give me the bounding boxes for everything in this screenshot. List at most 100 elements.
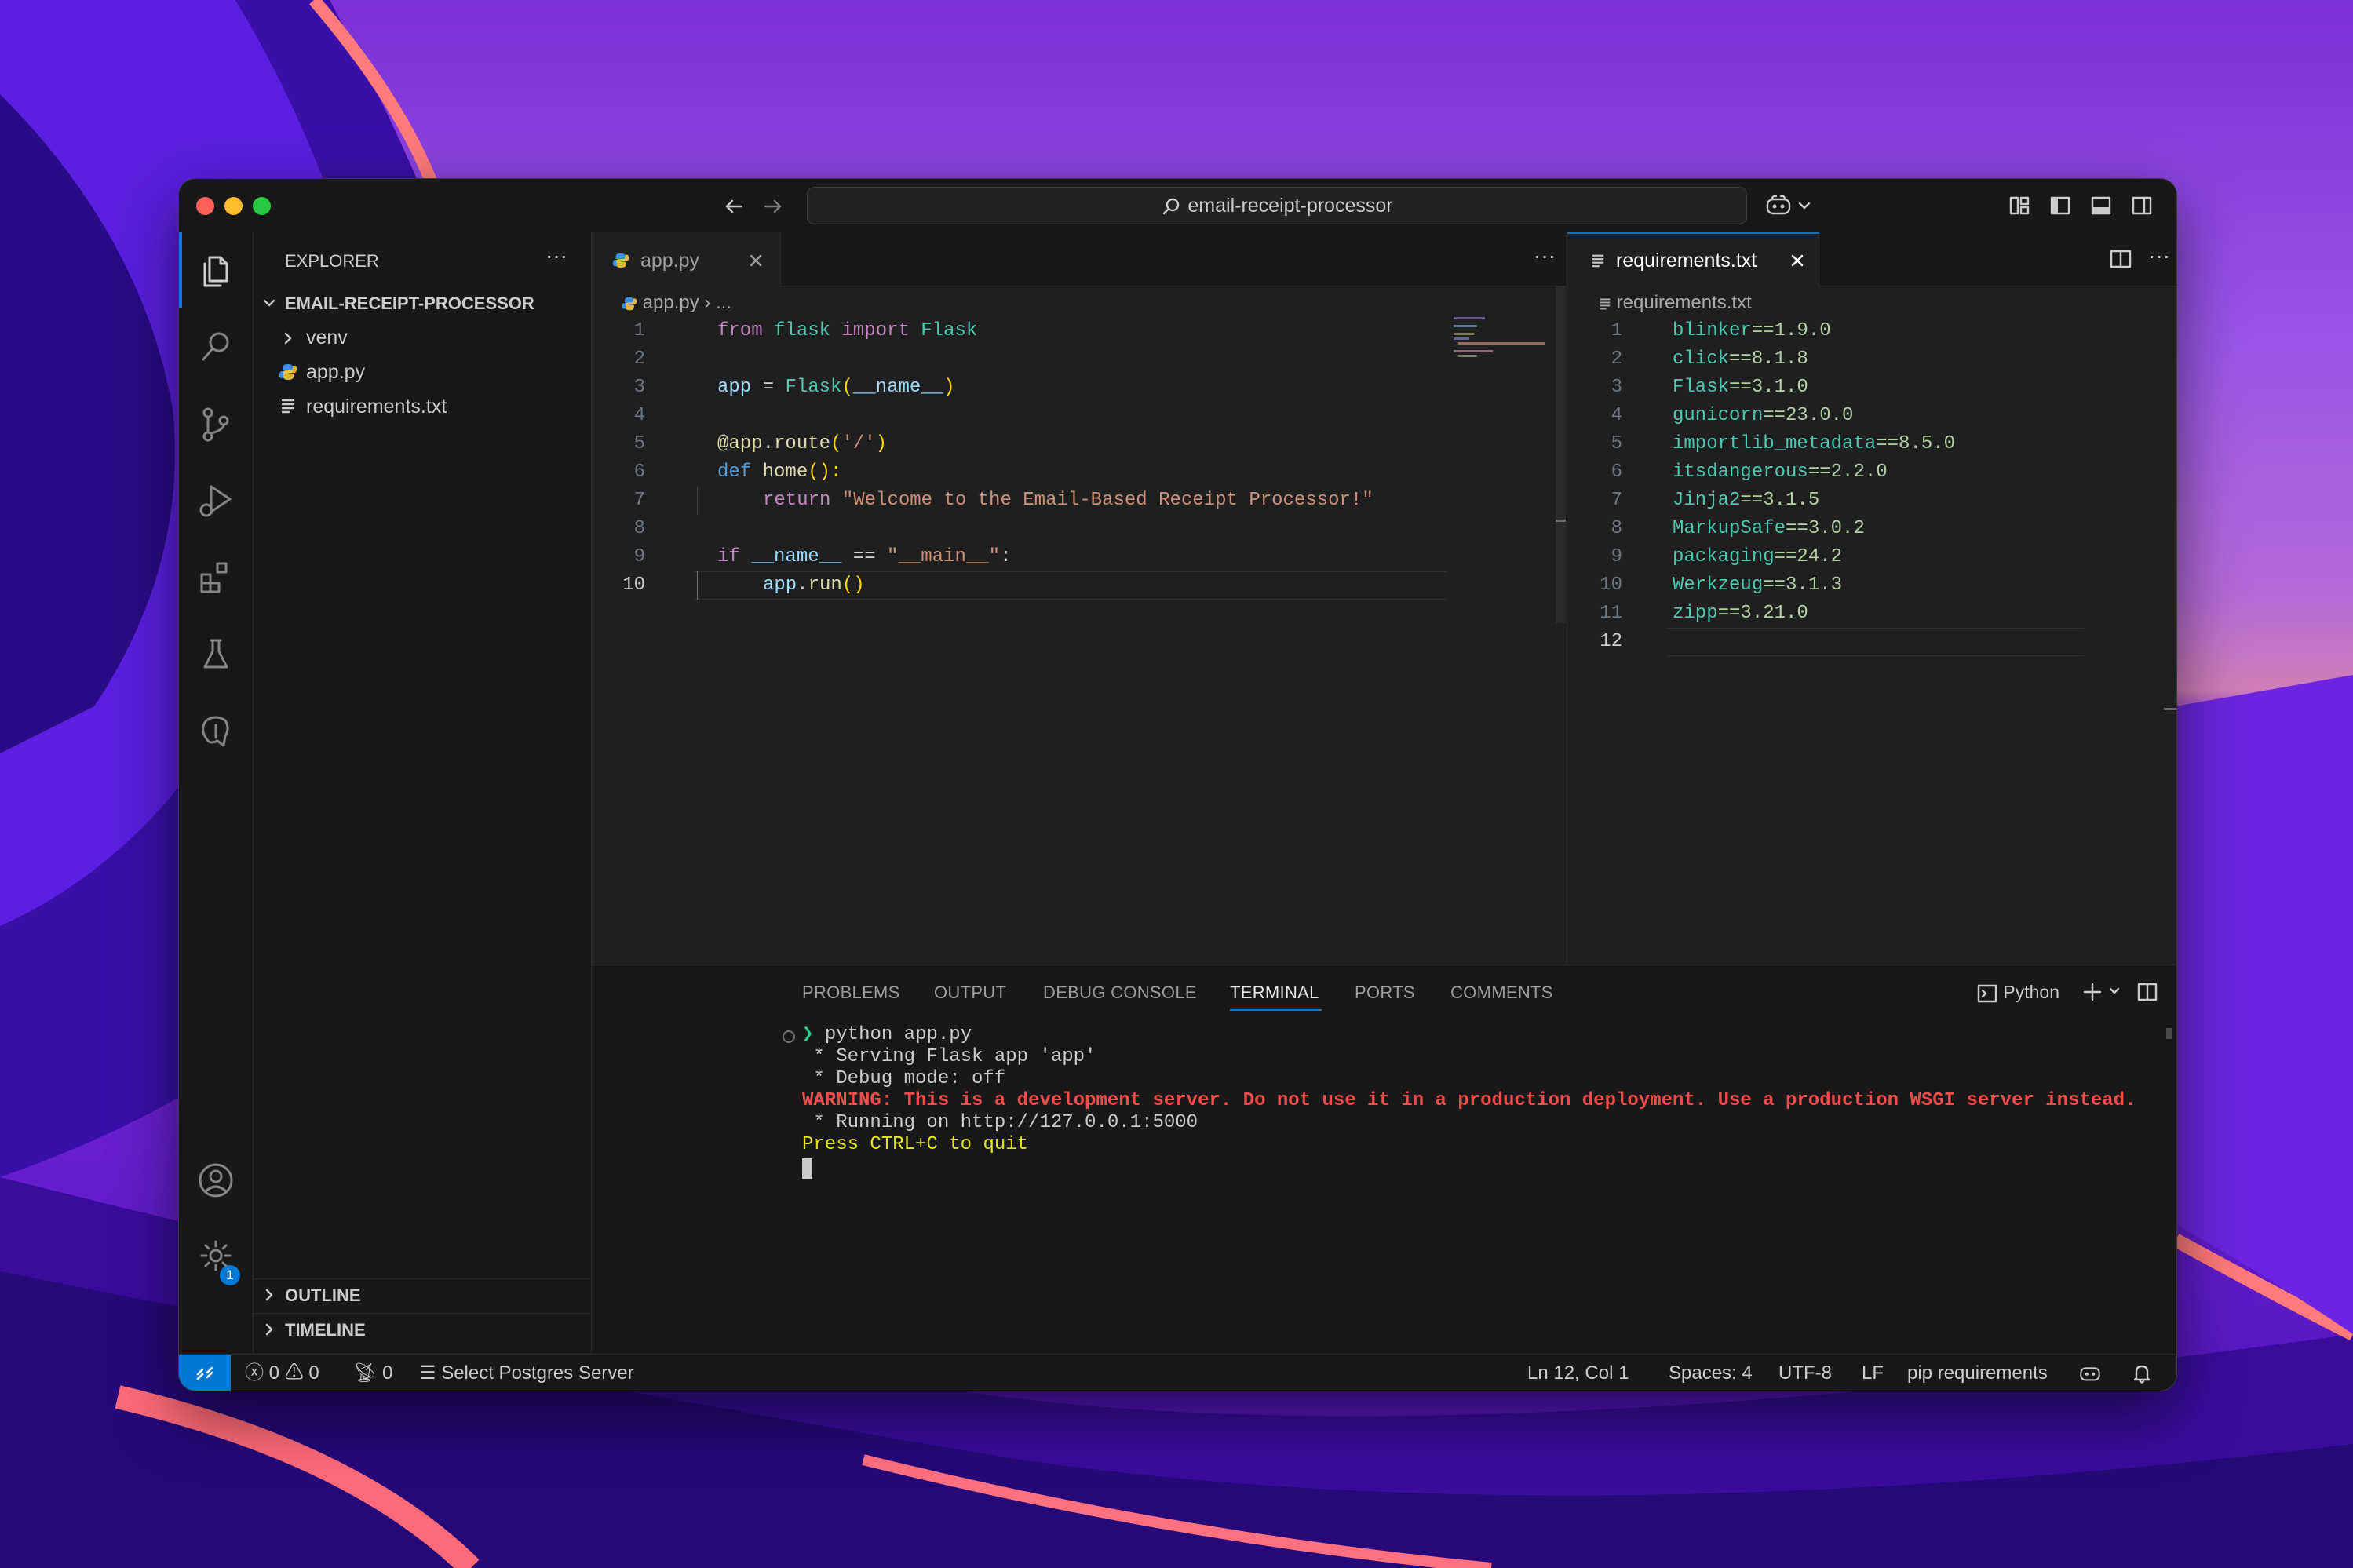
breadcrumb-more[interactable]: ... <box>716 292 731 313</box>
tree-item-app-py[interactable]: app.py <box>306 361 365 384</box>
timeline-section[interactable]: TIMELINE <box>285 1320 366 1340</box>
line-number: 2 <box>633 348 645 370</box>
close-icon[interactable] <box>749 253 763 268</box>
cursor-position[interactable]: Ln 12, Col 1 <box>1527 1355 1629 1391</box>
chevron-down-icon[interactable] <box>2108 986 2121 997</box>
python-icon <box>622 297 637 310</box>
activity-bar: 1 <box>179 232 254 1353</box>
minimize-window-button[interactable] <box>224 197 243 215</box>
breadcrumb-file[interactable]: app.py <box>643 292 699 313</box>
close-window-button[interactable] <box>196 197 214 215</box>
chevron-down-icon[interactable] <box>1797 199 1811 212</box>
indentation[interactable]: Spaces: 4 <box>1669 1355 1753 1391</box>
code-line-1: from flask import Flask <box>717 320 978 341</box>
code-line-10: app.run() <box>763 574 865 596</box>
line-number: 6 <box>1611 461 1622 483</box>
requirement-line: Jinja2==3.1.5 <box>1673 490 1820 511</box>
settings-badge: 1 <box>220 1265 240 1285</box>
minimap[interactable] <box>1454 317 1548 364</box>
split-editor-icon[interactable] <box>2109 248 2132 270</box>
toggle-panel-icon[interactable] <box>2089 194 2113 217</box>
tab-terminal[interactable]: TERMINAL <box>1230 983 1319 1003</box>
search-icon <box>1163 199 1180 215</box>
more-actions-icon[interactable]: ··· <box>1534 243 1556 268</box>
python-icon <box>279 364 297 380</box>
tab-output[interactable]: OUTPUT <box>934 983 1006 1003</box>
tab-app-py[interactable]: app.py <box>592 232 781 287</box>
terminal-prompt-line: ❯ python app.py <box>802 1024 972 1045</box>
end-of-line[interactable]: LF <box>1862 1355 1884 1391</box>
breadcrumb-file[interactable]: requirements.txt <box>1617 292 1752 313</box>
project-folder-title[interactable]: EMAIL-RECEIPT-PROCESSOR <box>285 294 534 314</box>
toggle-secondary-sidebar-icon[interactable] <box>2130 194 2154 217</box>
ports-status[interactable]: 📡︎ 0 <box>353 1355 393 1391</box>
command-status-icon <box>783 1030 795 1043</box>
run-debug-icon[interactable] <box>194 479 238 523</box>
line-number: 10 <box>1600 574 1622 596</box>
line-number: 11 <box>1600 603 1622 624</box>
terminal-shell-selector[interactable]: Python <box>1976 979 2059 1005</box>
customize-layout-icon[interactable] <box>2008 194 2031 217</box>
search-icon[interactable] <box>194 325 238 369</box>
line-number-active: 12 <box>1600 631 1622 652</box>
bottom-panel: PROBLEMS OUTPUT DEBUG CONSOLE TERMINAL P… <box>592 965 2176 1354</box>
active-indicator <box>179 232 182 308</box>
terminal-scrollbar[interactable] <box>2166 1028 2172 1039</box>
title-bar: email-receipt-processor <box>179 179 2176 233</box>
zoom-window-button[interactable] <box>253 197 271 215</box>
toggle-primary-sidebar-icon[interactable] <box>2048 194 2072 217</box>
trash-icon[interactable] <box>2176 980 2177 1004</box>
problems-status[interactable]: ⓧ 0 ⚠ 0 <box>245 1355 319 1391</box>
code-line-7: return "Welcome to the Email-Based Recei… <box>763 490 1373 511</box>
testing-flask-icon[interactable] <box>194 633 238 676</box>
tab-ports[interactable]: PORTS <box>1355 983 1415 1003</box>
more-actions-icon[interactable]: ··· <box>2148 243 2170 268</box>
scrollbar[interactable] <box>1556 286 1566 623</box>
postgres-server-status[interactable]: ☰ Select Postgres Server <box>419 1355 634 1391</box>
line-number: 8 <box>633 518 645 539</box>
copilot-icon[interactable] <box>2078 1362 2102 1384</box>
back-arrow-icon[interactable] <box>722 195 746 218</box>
chevron-right-icon[interactable] <box>261 1287 277 1303</box>
account-icon[interactable] <box>194 1158 238 1202</box>
tree-item-venv[interactable]: venv <box>306 326 348 349</box>
active-tab-underline <box>1230 1009 1322 1011</box>
line-number: 3 <box>633 377 645 398</box>
line-number-active: 10 <box>622 574 645 596</box>
outline-section[interactable]: OUTLINE <box>285 1285 361 1306</box>
indent-guide <box>697 487 698 515</box>
command-center-search[interactable]: email-receipt-processor <box>807 187 1747 224</box>
chevron-down-icon[interactable] <box>261 295 277 311</box>
line-number: 3 <box>1611 377 1622 398</box>
split-terminal-icon[interactable] <box>2136 981 2158 1003</box>
requirement-line: packaging==24.2 <box>1673 546 1843 567</box>
tab-debug-console[interactable]: DEBUG CONSOLE <box>1043 983 1197 1003</box>
extensions-icon[interactable] <box>194 556 238 600</box>
language-mode[interactable]: pip requirements <box>1907 1355 2048 1391</box>
encoding[interactable]: UTF-8 <box>1778 1355 1832 1391</box>
remote-indicator[interactable] <box>179 1355 231 1391</box>
breadcrumb-separator: › <box>704 292 717 313</box>
code-line-5: @app.route('/') <box>717 433 888 454</box>
forward-arrow-icon[interactable] <box>761 195 785 218</box>
current-line-highlight <box>1668 628 2084 656</box>
terminal-warning: WARNING: This is a development server. D… <box>802 1090 2136 1111</box>
tab-requirements-txt[interactable]: requirements.txt <box>1567 232 1819 287</box>
tab-comments[interactable]: COMMENTS <box>1450 983 1553 1003</box>
bell-icon[interactable] <box>2132 1362 2152 1384</box>
more-actions-icon[interactable]: ··· <box>545 243 567 268</box>
requirement-line: click==8.1.8 <box>1673 348 1808 370</box>
breadcrumb: requirements.txt <box>1599 289 1752 317</box>
plus-icon[interactable] <box>2081 981 2103 1003</box>
close-icon[interactable] <box>1790 253 1804 268</box>
line-number: 9 <box>633 546 645 567</box>
chevron-right-icon[interactable] <box>261 1322 277 1337</box>
postgresql-elephant-icon[interactable] <box>194 709 238 753</box>
copilot-icon[interactable] <box>1764 193 1793 218</box>
requirement-line: blinker==1.9.0 <box>1673 320 1831 341</box>
tab-problems[interactable]: PROBLEMS <box>802 983 900 1003</box>
explorer-files-icon[interactable] <box>194 248 238 292</box>
source-control-icon[interactable] <box>194 402 238 446</box>
tree-item-requirements[interactable]: requirements.txt <box>306 396 447 418</box>
chevron-right-icon[interactable] <box>280 330 296 346</box>
